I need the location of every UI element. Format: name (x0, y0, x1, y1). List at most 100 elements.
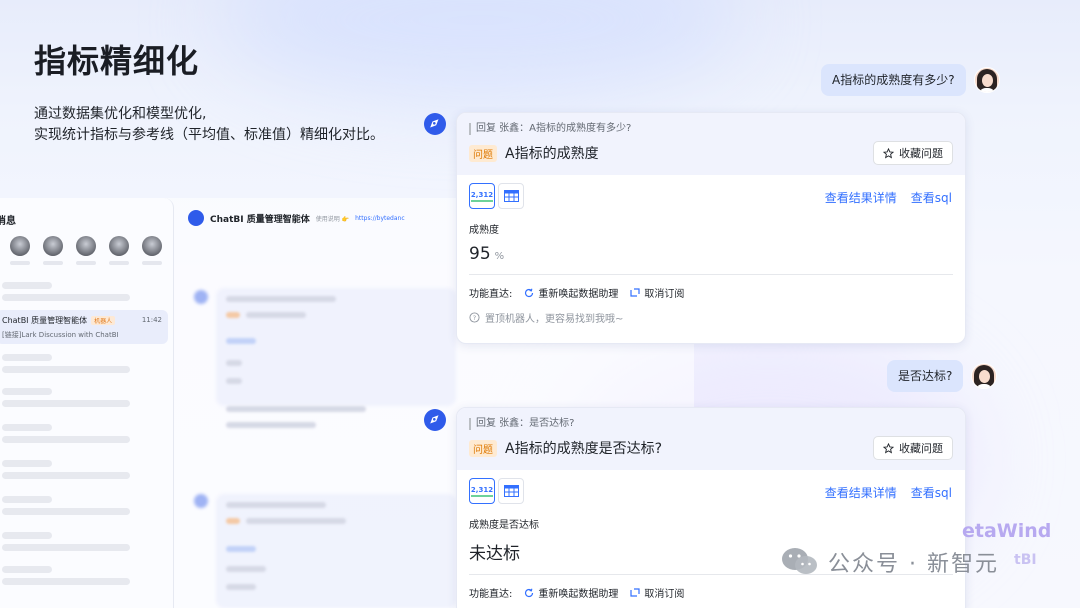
refresh-icon (525, 288, 534, 297)
card-header: 回复 张鑫：是否达标? 问题 A指标的成熟度是否达标? 收藏问题 (457, 408, 965, 470)
watermark-text: 公众号 · 新智元 (828, 552, 999, 577)
page-title: 指标精细化 (34, 42, 200, 80)
wechat-watermark: 公众号 · 新智元 (780, 546, 999, 578)
star-icon (883, 442, 894, 453)
user-bubble: 是否达标? (887, 360, 964, 392)
placeholder-bar (2, 282, 52, 289)
pin-tip: ? 置顶机器人，更容易找到我哦~ (469, 310, 953, 325)
user-avatar[interactable] (973, 67, 1000, 93)
blurred-line (226, 296, 336, 302)
metric-name: 成熟度是否达标 (469, 520, 539, 531)
blurred-line (226, 422, 316, 428)
blurred-line (226, 566, 266, 572)
description-line: 通过数据集优化和模型优化, (34, 106, 207, 122)
metric-unit: % (494, 251, 505, 262)
user-avatar[interactable] (971, 363, 998, 389)
placeholder-bar (2, 400, 130, 407)
divider (469, 274, 953, 275)
placeholder-bar (2, 544, 130, 551)
view-details-link[interactable]: 查看结果详情 (825, 484, 897, 501)
intro-section: 指标精细化 通过数据集优化和模型优化, 实现统计指标与参考线（平均值、标准值）精… (34, 36, 384, 146)
table-view-icon[interactable] (498, 183, 524, 209)
bot-icon (424, 409, 446, 431)
favorite-label: 收藏问题 (899, 147, 943, 160)
blurred-line (226, 518, 240, 524)
placeholder-bar (2, 532, 52, 539)
avatar[interactable] (43, 236, 63, 265)
chat-list-item-chatbi[interactable]: ChatBI 质量管理智能体 机器人 11:42 [链接]Lark Discus… (0, 310, 168, 344)
reply-reference: 回复 张鑫：A指标的成熟度有多少? (469, 123, 953, 135)
avatar-row (10, 236, 162, 265)
avatar[interactable] (10, 236, 30, 265)
question-text: A指标的成熟度是否达标? (505, 441, 663, 457)
favorite-label: 收藏问题 (899, 442, 943, 455)
placeholder-bar (2, 366, 130, 373)
blurred-bot-icon (194, 290, 208, 304)
svg-text:?: ? (473, 314, 476, 322)
chat-header-title: ChatBI 质量管理智能体 (210, 214, 310, 225)
placeholder-bar (2, 566, 52, 573)
blurred-line (226, 502, 326, 508)
blurred-line (226, 546, 256, 552)
unsubscribe-icon (630, 287, 640, 297)
star-icon (883, 147, 894, 158)
placeholder-bar (2, 436, 130, 443)
brand-logo-text: etaWind (962, 520, 1052, 542)
function-label: 功能直达: (469, 289, 513, 300)
blurred-line (226, 378, 242, 384)
metric-value: 未达标 (469, 544, 520, 564)
page-description: 通过数据集优化和模型优化, 实现统计指标与参考线（平均值、标准值）精细化对比。 (34, 104, 384, 146)
placeholder-bar (2, 472, 130, 479)
placeholder-bar (2, 508, 130, 515)
blurred-bot-icon (194, 494, 208, 508)
view-sql-link[interactable]: 查看sql (911, 189, 952, 206)
wechat-icon (782, 548, 817, 574)
unsubscribe-icon (630, 587, 640, 597)
sidebar-title: 消息 (0, 216, 16, 227)
question-text: A指标的成熟度 (505, 146, 599, 162)
unsubscribe-button[interactable]: 取消订阅 (630, 585, 684, 600)
view-sql-link[interactable]: 查看sql (911, 484, 952, 501)
reawaken-assistant-button[interactable]: 重新唤起数据助理 (524, 285, 618, 300)
placeholder-bar (2, 424, 52, 431)
description-line: 实现统计指标与参考线（平均值、标准值）精细化对比。 (34, 127, 384, 143)
bot-tag: 机器人 (91, 316, 116, 325)
placeholder-bar (2, 388, 52, 395)
view-details-link[interactable]: 查看结果详情 (825, 189, 897, 206)
placeholder-bar (2, 294, 130, 301)
avatar[interactable] (142, 236, 162, 265)
question-tag: 问题 (469, 144, 497, 162)
chat-item-time: 11:42 (141, 316, 162, 324)
chat-header-usage: 使用说明 👉 (315, 215, 350, 223)
favorite-question-button[interactable]: 收藏问题 (873, 141, 953, 165)
reply-reference: 回复 张鑫：是否达标? (469, 418, 953, 430)
card-header: 回复 张鑫：A指标的成熟度有多少? 问题 A指标的成熟度 收藏问题 (457, 113, 965, 175)
metric-value-row: 95 % (469, 244, 953, 264)
refresh-icon (525, 588, 534, 597)
blurred-line (246, 312, 306, 318)
pin-tip-text: 置顶机器人，更容易找到我哦~ (485, 314, 624, 325)
user-message: 是否达标? (887, 360, 998, 392)
favorite-question-button[interactable]: 收藏问题 (873, 436, 953, 460)
placeholder-bar (2, 578, 130, 585)
blurred-line (226, 584, 256, 590)
unsubscribe-button[interactable]: 取消订阅 (630, 285, 684, 300)
number-view-icon[interactable]: 2,312 (469, 183, 495, 209)
avatar[interactable] (76, 236, 96, 265)
brand-logo-text: tBI (1014, 552, 1037, 568)
metric-value: 95 (469, 244, 491, 264)
reawaken-assistant-button[interactable]: 重新唤起数据助理 (524, 585, 618, 600)
function-label: 功能直达: (469, 589, 513, 600)
bot-icon (424, 113, 446, 135)
background-chat-header: ChatBI 质量管理智能体 使用说明 👉 https://bytedanc (178, 198, 478, 238)
avatar[interactable] (109, 236, 129, 265)
background-sidebar: 消息 ChatBI 质量管理智能体 机器人 11:42 [链接]Lark Dis… (0, 198, 174, 608)
chat-header-link[interactable]: https://bytedanc (355, 215, 405, 222)
chat-item-preview: [链接]Lark Discussion with ChatBI (2, 331, 119, 339)
function-shortcuts: 功能直达: 重新唤起数据助理 取消订阅 (469, 585, 953, 600)
number-view-icon[interactable]: 2,312 (469, 478, 495, 504)
placeholder-bar (2, 354, 52, 361)
chat-item-name: ChatBI 质量管理智能体 (2, 316, 88, 325)
bot-answer-card: 回复 张鑫：A指标的成熟度有多少? 问题 A指标的成熟度 收藏问题 2,312 … (456, 112, 966, 344)
table-view-icon[interactable] (498, 478, 524, 504)
